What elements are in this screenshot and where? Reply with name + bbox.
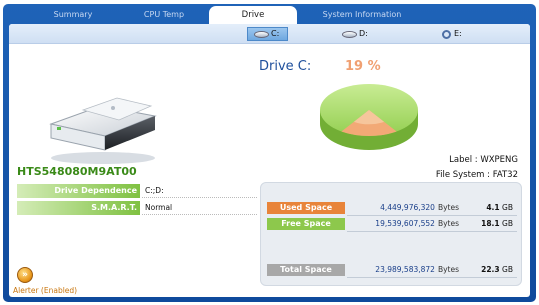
- divider: [142, 214, 257, 215]
- tab-summary[interactable]: Summary: [29, 8, 117, 24]
- divider: [347, 277, 517, 278]
- property-value: Normal: [145, 203, 173, 212]
- total-space-label: Total Space: [267, 264, 345, 276]
- bytes-value: 23,989,583,872: [375, 265, 435, 274]
- divider: [347, 215, 517, 216]
- alerter-status[interactable]: Alerter (Enabled): [13, 286, 77, 295]
- total-space-row: Total Space 23,989,583,872 Bytes 22.3 GB: [267, 264, 517, 278]
- drive-title: Drive C:: [259, 59, 312, 74]
- drive-c-label: C:: [271, 29, 280, 38]
- space-summary-box: Used Space 4,449,976,320 Bytes 4.1 GB Fre…: [260, 182, 522, 286]
- property-label: S.M.A.R.T.: [17, 201, 140, 215]
- free-space-bytes: 19,539,607,552 Bytes: [375, 218, 459, 230]
- bytes-unit: Bytes: [437, 203, 459, 212]
- total-space-bytes: 23,989,583,872 Bytes: [375, 264, 459, 276]
- app-window: Summary CPU Temp Drive System Informatio…: [3, 4, 536, 302]
- hard-disk-icon: [254, 30, 269, 38]
- tab-bar: Summary CPU Temp Drive System Informatio…: [3, 4, 536, 28]
- drive-button-c[interactable]: C:: [247, 27, 289, 41]
- bytes-unit: Bytes: [437, 265, 459, 274]
- free-space-row: Free Space 19,539,607,552 Bytes 18.1 GB: [267, 218, 517, 232]
- hard-disk-icon: [342, 30, 357, 38]
- usage-pie-chart: [320, 84, 418, 150]
- used-space-bytes: 4,449,976,320 Bytes: [380, 202, 459, 214]
- drive-e-label: E:: [454, 29, 462, 38]
- property-row-drive-dependence: Drive Dependence C:;D:: [17, 184, 257, 198]
- tab-system-information[interactable]: System Information: [303, 8, 421, 24]
- tab-cpu-temp[interactable]: CPU Temp: [121, 8, 207, 24]
- property-row-smart: S.M.A.R.T. Normal: [17, 201, 257, 215]
- drive-panel: C: D: E: HTS548080M9AT00 Drive Dependenc…: [9, 24, 530, 297]
- bytes-value: 4,449,976,320: [380, 203, 435, 212]
- gb-unit: GB: [502, 265, 513, 274]
- free-space-label: Free Space: [267, 218, 345, 230]
- drive-model-name: HTS548080M9AT00: [17, 165, 137, 178]
- alerter-icon[interactable]: »: [17, 267, 33, 283]
- used-space-gb: 4.1 GB: [486, 202, 513, 214]
- used-space-row: Used Space 4,449,976,320 Bytes 4.1 GB: [267, 202, 517, 216]
- used-space-label: Used Space: [267, 202, 345, 214]
- gb-value: 4.1: [486, 203, 500, 212]
- gb-unit: GB: [502, 203, 513, 212]
- free-space-gb: 18.1 GB: [481, 218, 513, 230]
- gb-value: 22.3: [481, 265, 500, 274]
- property-label: Drive Dependence: [17, 184, 140, 198]
- divider: [142, 197, 257, 198]
- volume-label: Label : WXPENG: [449, 155, 518, 165]
- drive-d-label: D:: [359, 29, 368, 38]
- property-value: C:;D:: [145, 186, 164, 195]
- divider: [347, 231, 517, 232]
- bytes-value: 19,539,607,552: [375, 219, 435, 228]
- drive-button-e[interactable]: E:: [442, 27, 462, 41]
- hard-drive-illustration: [49, 97, 157, 164]
- drive-button-d[interactable]: D:: [342, 27, 368, 41]
- total-space-gb: 22.3 GB: [481, 264, 513, 276]
- usage-percent: 19 %: [345, 59, 381, 74]
- bytes-unit: Bytes: [437, 219, 459, 228]
- gb-unit: GB: [502, 219, 513, 228]
- cd-drive-icon: [442, 29, 451, 39]
- file-system: File System : FAT32: [435, 170, 518, 180]
- drive-selector-bar: C: D: E:: [9, 24, 530, 44]
- gb-value: 18.1: [481, 219, 500, 228]
